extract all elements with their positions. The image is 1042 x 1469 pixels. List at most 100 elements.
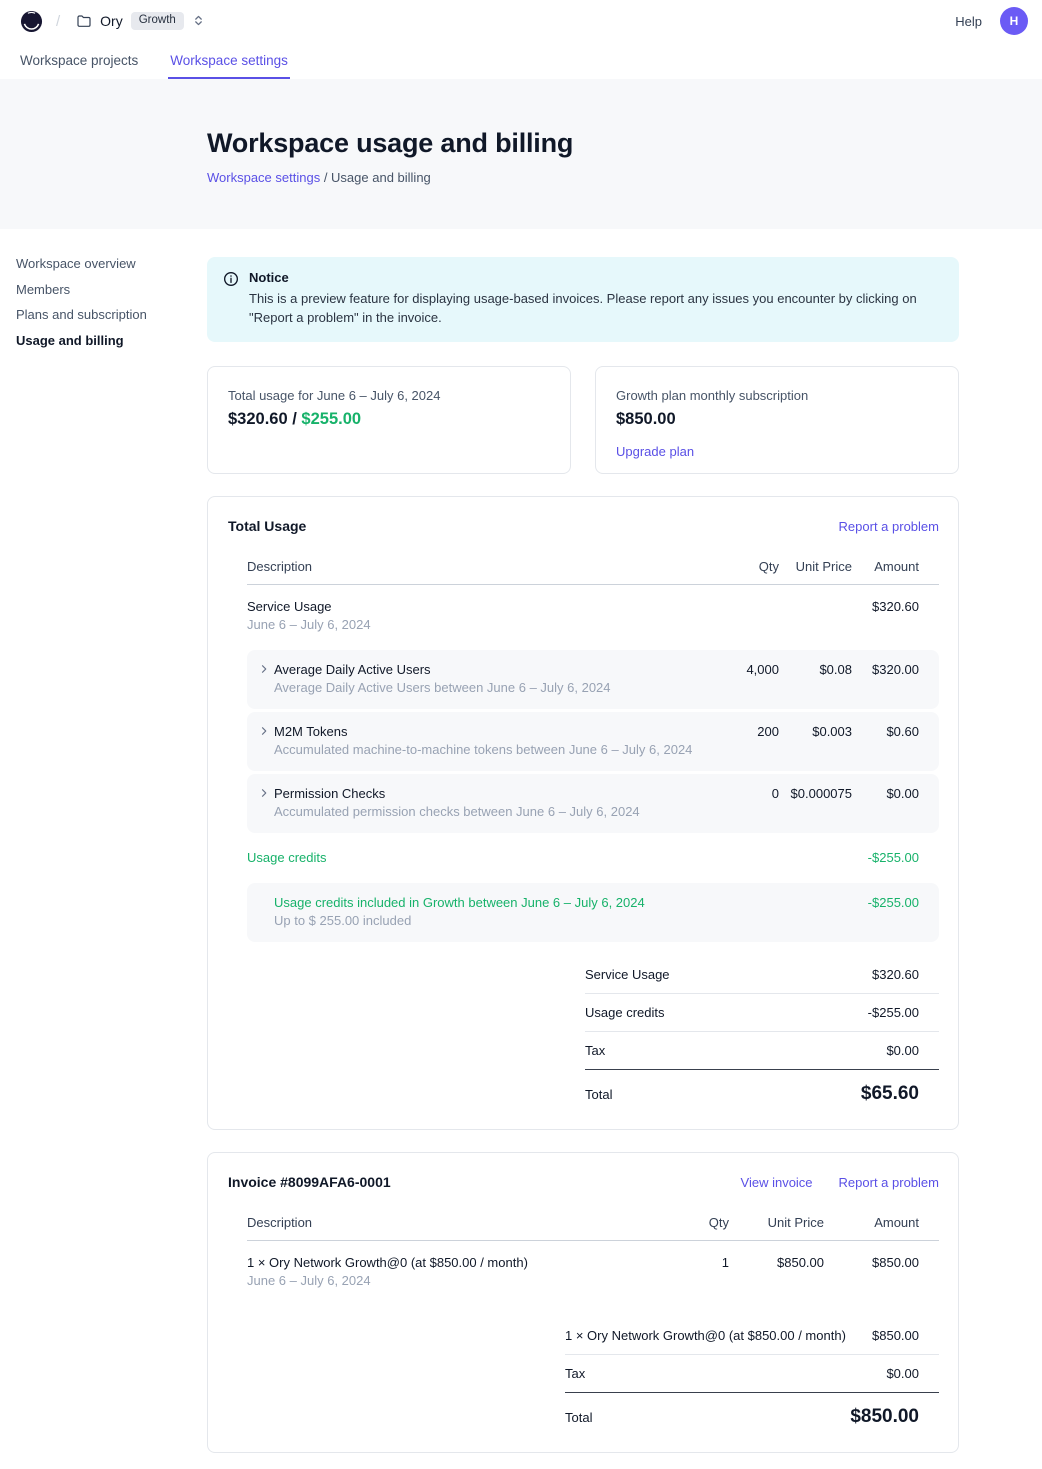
- summary-value: $0.00: [886, 1043, 919, 1058]
- usage-amount-separator: /: [288, 410, 302, 428]
- summary-row-total: Total $850.00: [565, 1393, 939, 1428]
- help-link[interactable]: Help: [955, 14, 982, 29]
- row-title: Usage credits included in Growth between…: [274, 894, 699, 911]
- total-usage-label: Total usage for June 6 – July 6, 2024: [228, 388, 550, 403]
- table-row-usage-credits-included: Usage credits included in Growth between…: [247, 883, 939, 942]
- row-amount: $850.00: [824, 1254, 919, 1271]
- page-title: Workspace usage and billing: [207, 128, 1002, 159]
- invoice-table: Description Qty Unit Price Amount 1 × Or…: [247, 1207, 939, 1428]
- row-subtitle: June 6 – July 6, 2024: [247, 1272, 634, 1289]
- total-value: $65.60: [861, 1083, 919, 1105]
- row-subtitle: Accumulated permission checks between Ju…: [274, 803, 640, 820]
- user-avatar[interactable]: H: [1000, 7, 1028, 35]
- summary-value: $320.60: [872, 967, 919, 982]
- chevron-right-icon[interactable]: [258, 787, 270, 799]
- info-icon: [223, 271, 239, 328]
- row-amount: $0.00: [852, 785, 919, 802]
- row-title: M2M Tokens: [274, 723, 692, 740]
- usage-used-value: $320.60: [228, 410, 288, 428]
- summary-row-service-usage: Service Usage $320.60: [585, 956, 939, 994]
- table-row-daily-active-users[interactable]: Average Daily Active Users Average Daily…: [247, 650, 939, 709]
- usage-credit-value: $255.00: [301, 410, 361, 428]
- view-invoice-link[interactable]: View invoice: [741, 1175, 813, 1190]
- plan-badge: Growth: [131, 12, 184, 31]
- col-amount: Amount: [852, 559, 919, 574]
- row-amount: -$255.00: [852, 849, 919, 866]
- tab-workspace-settings[interactable]: Workspace settings: [168, 42, 290, 79]
- summary-label: Usage credits: [585, 1005, 664, 1020]
- total-usage-amount: $320.60 / $255.00: [228, 410, 550, 429]
- invoice-totals-summary: 1 × Ory Network Growth@0 (at $850.00 / m…: [565, 1317, 939, 1428]
- row-unit-price: $0.003: [779, 723, 852, 740]
- row-subtitle: June 6 – July 6, 2024: [247, 616, 699, 633]
- row-amount: $0.60: [852, 723, 919, 740]
- breadcrumb-sep: /: [320, 170, 331, 185]
- breadcrumb-separator: /: [56, 13, 60, 30]
- chevron-right-icon[interactable]: [258, 663, 270, 675]
- table-row-growth-subscription: 1 × Ory Network Growth@0 (at $850.00 / m…: [247, 1241, 939, 1303]
- row-unit-price: $850.00: [729, 1254, 824, 1271]
- col-qty: Qty: [634, 1215, 729, 1230]
- summary-row-total: Total $65.60: [585, 1070, 939, 1105]
- invoice-table-header: Description Qty Unit Price Amount: [247, 1207, 939, 1241]
- workspace-tabs: Workspace projects Workspace settings: [0, 42, 1042, 79]
- row-qty: 1: [634, 1254, 729, 1271]
- row-qty: 200: [699, 723, 779, 740]
- summary-row-tax: Tax $0.00: [565, 1355, 939, 1393]
- summary-value: $0.00: [886, 1366, 919, 1381]
- notice-title: Notice: [249, 270, 939, 285]
- col-unit-price: Unit Price: [729, 1215, 824, 1230]
- row-title: Usage credits: [247, 849, 699, 866]
- summary-row-growth: 1 × Ory Network Growth@0 (at $850.00 / m…: [565, 1317, 939, 1355]
- plan-amount: $850.00: [616, 410, 938, 429]
- row-subtitle: Accumulated machine-to-machine tokens be…: [274, 741, 692, 758]
- row-unit-price: $0.000075: [779, 785, 852, 802]
- row-title: Permission Checks: [274, 785, 640, 802]
- row-title: Service Usage: [247, 598, 699, 615]
- total-value: $850.00: [850, 1406, 919, 1428]
- report-problem-link[interactable]: Report a problem: [839, 1175, 939, 1190]
- sidebar-item-usage-billing[interactable]: Usage and billing: [16, 334, 207, 347]
- table-row-permission-checks[interactable]: Permission Checks Accumulated permission…: [247, 774, 939, 833]
- workspace-switcher[interactable]: Ory Growth: [74, 8, 207, 35]
- chevron-up-down-icon: [192, 14, 205, 27]
- usage-table: Description Qty Unit Price Amount Servic…: [247, 551, 939, 1105]
- summary-row-tax: Tax $0.00: [585, 1032, 939, 1070]
- plan-subscription-card: Growth plan monthly subscription $850.00…: [595, 366, 959, 474]
- sidebar-item-workspace-overview[interactable]: Workspace overview: [16, 257, 207, 270]
- page-header: Workspace usage and billing Workspace se…: [0, 79, 1042, 229]
- summary-value: -$255.00: [868, 1005, 919, 1020]
- sidebar-item-members[interactable]: Members: [16, 283, 207, 296]
- summary-label: Tax: [565, 1366, 585, 1381]
- ory-logo-icon[interactable]: [20, 10, 43, 33]
- plan-label: Growth plan monthly subscription: [616, 388, 938, 403]
- summary-label: Tax: [585, 1043, 605, 1058]
- col-description: Description: [247, 559, 699, 574]
- row-unit-price: $0.08: [779, 661, 852, 678]
- notice-body: This is a preview feature for displaying…: [249, 290, 939, 328]
- row-amount: $320.00: [852, 661, 919, 678]
- col-qty: Qty: [699, 559, 779, 574]
- tab-workspace-projects[interactable]: Workspace projects: [18, 42, 140, 79]
- total-label: Total: [565, 1410, 592, 1425]
- row-subtitle: Average Daily Active Users between June …: [274, 679, 611, 696]
- total-usage-card: Total usage for June 6 – July 6, 2024 $3…: [207, 366, 571, 474]
- row-subtitle: Up to $ 255.00 included: [274, 912, 699, 929]
- summary-row-usage-credits: Usage credits -$255.00: [585, 994, 939, 1032]
- top-bar: / Ory Growth Help H: [0, 0, 1042, 42]
- total-usage-invoice-card: Total Usage Report a problem Description…: [207, 496, 959, 1130]
- usage-card-title: Total Usage: [228, 518, 306, 534]
- row-title: Average Daily Active Users: [274, 661, 611, 678]
- row-qty: 4,000: [699, 661, 779, 678]
- breadcrumb-settings-link[interactable]: Workspace settings: [207, 170, 320, 185]
- col-unit-price: Unit Price: [779, 559, 852, 574]
- upgrade-plan-link[interactable]: Upgrade plan: [616, 444, 694, 459]
- row-title: 1 × Ory Network Growth@0 (at $850.00 / m…: [247, 1254, 634, 1271]
- notice-banner: Notice This is a preview feature for dis…: [207, 257, 959, 342]
- col-amount: Amount: [824, 1215, 919, 1230]
- table-row-m2m-tokens[interactable]: M2M Tokens Accumulated machine-to-machin…: [247, 712, 939, 771]
- sidebar-item-plans-subscription[interactable]: Plans and subscription: [16, 308, 207, 321]
- chevron-right-icon[interactable]: [258, 725, 270, 737]
- usage-table-header: Description Qty Unit Price Amount: [247, 551, 939, 585]
- report-problem-link[interactable]: Report a problem: [839, 519, 939, 534]
